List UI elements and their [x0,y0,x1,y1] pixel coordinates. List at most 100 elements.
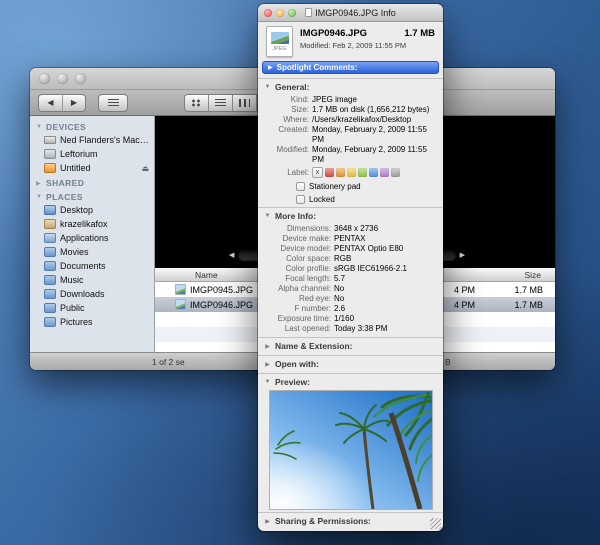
section-label: More Info: [275,211,316,221]
info-row: Device make:PENTAX [258,234,437,244]
disclosure-triangle[interactable]: ▶ [36,180,43,187]
column-view-button[interactable] [233,95,257,111]
label-color-swatch[interactable] [380,168,389,177]
checkbox-stationery-pad[interactable] [296,182,305,191]
info-row-label: Where: [264,115,312,125]
sidebar-item-downloads[interactable]: Downloads [30,287,154,301]
minimize-button[interactable] [276,9,284,17]
arrange-button[interactable] [98,94,128,112]
macbook-icon [44,136,56,144]
disclosure-triangle[interactable]: ▶ [268,64,273,71]
sidebar-item-applications[interactable]: Applications [30,231,154,245]
label-color-swatch[interactable] [391,168,400,177]
list-view-icon [215,99,226,107]
sidebar-item-label: Documents [60,261,149,271]
disclosure-triangle[interactable]: ▼ [264,84,271,90]
sidebar-item-pictures[interactable]: Pictures [30,315,154,329]
section-header-spotlight-comments[interactable]: ▶ Spotlight Comments: [262,61,439,74]
sidebar-item-movies[interactable]: Movies [30,245,154,259]
forward-arrow-icon: ▶ [71,98,77,107]
icon-view-button[interactable] [185,95,209,111]
sidebar-item-public[interactable]: Public [30,301,154,315]
sidebar-item-label: Pictures [60,317,149,327]
sidebar-item-leftorium[interactable]: Leftorium [30,147,154,161]
disclosure-triangle[interactable]: ▶ [264,518,271,525]
section-label: Name & Extension: [275,341,352,351]
sidebar-item-desktop[interactable]: Desktop [30,203,154,217]
sidebar-section-devices[interactable]: ▼DEVICES [30,119,154,133]
sidebar-item-krazelikafox[interactable]: krazelikafox [30,217,154,231]
column-header-name[interactable]: Name [195,270,218,280]
sidebar-item-ned-flanders-s-macbook-...[interactable]: Ned Flanders's MacBook ... [30,133,154,147]
jpeg-file-icon: JPEG [266,26,293,57]
section-header-preview[interactable]: ▼ Preview: [258,376,443,389]
info-row-value: sRGB IEC61966-2.1 [334,264,437,274]
finder-sidebar: ▼DEVICESNed Flanders's MacBook ...Leftor… [30,116,155,352]
close-button[interactable] [264,9,272,17]
info-row-label: Alpha channel: [264,284,334,294]
disclosure-triangle[interactable]: ▼ [36,194,43,200]
sidebar-section-label: DEVICES [46,122,86,132]
sidebar-section-shared[interactable]: ▶SHARED [30,175,154,189]
info-titlebar[interactable]: IMGP0946.JPG Info [258,4,443,22]
coverflow-right-arrow[interactable]: ▶ [460,252,465,259]
palm-trees-photo [270,391,432,509]
disclosure-triangle[interactable]: ▶ [264,361,271,368]
divider [258,373,443,374]
sidebar-section-places[interactable]: ▼PLACES [30,189,154,203]
sidebar-item-untitled[interactable]: Untitled ⏏ [30,161,154,175]
info-row-label: Kind: [264,95,312,105]
label-color-swatch[interactable] [347,168,356,177]
sidebar-item-documents[interactable]: Documents [30,259,154,273]
section-label: General: [275,82,310,92]
disclosure-triangle[interactable]: ▼ [36,124,43,130]
info-row-label: Focal length: [264,274,334,284]
sidebar-item-label: Untitled [60,163,137,173]
list-view-button[interactable] [209,95,233,111]
label-color-swatch[interactable] [325,168,334,177]
disclosure-triangle[interactable]: ▼ [264,379,271,385]
checkbox-locked[interactable] [296,195,305,204]
forward-button[interactable]: ▶ [62,94,86,112]
section-header-name-extension[interactable]: ▶ Name & Extension: [258,340,443,353]
info-row-value: RGB [334,254,437,264]
label-none-button[interactable]: x [312,167,323,178]
disclosure-triangle[interactable]: ▶ [264,343,271,350]
sidebar-item-music[interactable]: Music [30,273,154,287]
coverflow-left-arrow[interactable]: ◀ [229,252,234,259]
applications-folder-icon [44,233,56,243]
divider [258,355,443,356]
info-row: Kind:JPEG image [258,95,437,105]
section-header-general[interactable]: ▼ General: [258,81,443,94]
info-row-value: /Users/krazelikafox/Desktop [312,115,437,125]
minimize-button[interactable] [57,73,68,84]
back-button[interactable]: ◀ [38,94,62,112]
info-row: Exposure time:1/160 [258,314,437,324]
jpeg-thumbnail-icon [175,284,186,295]
zoom-button[interactable] [75,73,86,84]
sidebar-section-label: PLACES [46,192,83,202]
section-label: Sharing & Permissions: [275,516,371,526]
general-rows: Kind:JPEG imageSize:1.7 MB on disk (1,65… [258,94,443,166]
label-color-swatch[interactable] [358,168,367,177]
close-button[interactable] [39,73,50,84]
info-row-label: Device model: [264,244,334,254]
info-row: Size:1.7 MB on disk (1,656,212 bytes) [258,105,437,115]
label-color-swatch[interactable] [369,168,378,177]
section-header-open-with[interactable]: ▶ Open with: [258,358,443,371]
resize-grip[interactable] [430,518,441,529]
section-label: Open with: [275,359,319,369]
documents-folder-icon [44,261,56,271]
divider [258,337,443,338]
zoom-button[interactable] [288,9,296,17]
column-header-size[interactable]: Size [524,270,541,280]
disclosure-triangle[interactable]: ▼ [264,213,271,219]
label-color-swatch[interactable] [336,168,345,177]
info-row-label: Color profile: [264,264,334,274]
window-title-text: IMGP0946.JPG Info [315,8,396,18]
section-header-more-info[interactable]: ▼ More Info: [258,210,443,223]
eject-icon[interactable]: ⏏ [141,164,149,173]
section-header-sharing-permissions[interactable]: ▶ Sharing & Permissions: [258,515,443,528]
status-text-fragment-left: 1 of 2 se [152,357,185,367]
info-row-label: Color space: [264,254,334,264]
